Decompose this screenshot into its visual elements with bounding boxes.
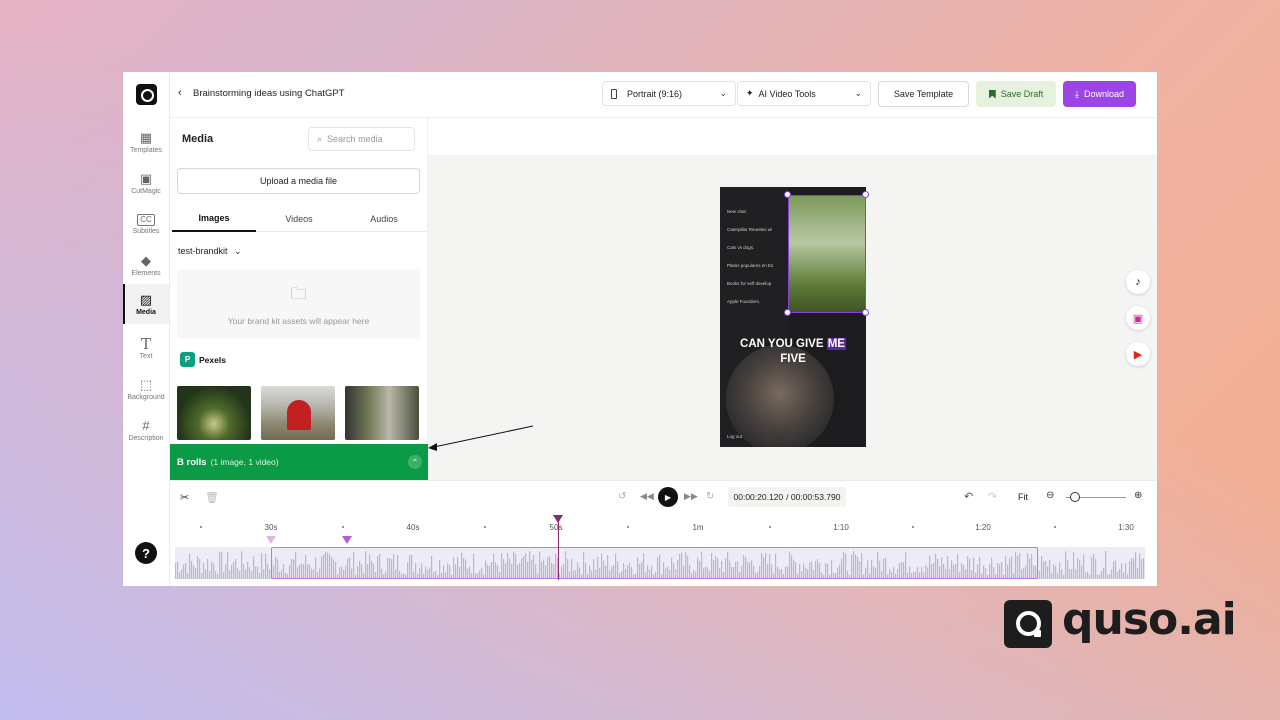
quso-logo-icon <box>1004 600 1052 648</box>
caption-line: CAN YOU GIVE <box>740 338 824 350</box>
video-caption[interactable]: CAN YOU GIVE ME FIVE <box>720 337 866 367</box>
brand-name: quso.ai <box>1062 594 1237 645</box>
caption-highlight: ME <box>826 338 846 350</box>
logout-item: Log out <box>727 434 743 439</box>
caption-line: FIVE <box>780 353 806 365</box>
